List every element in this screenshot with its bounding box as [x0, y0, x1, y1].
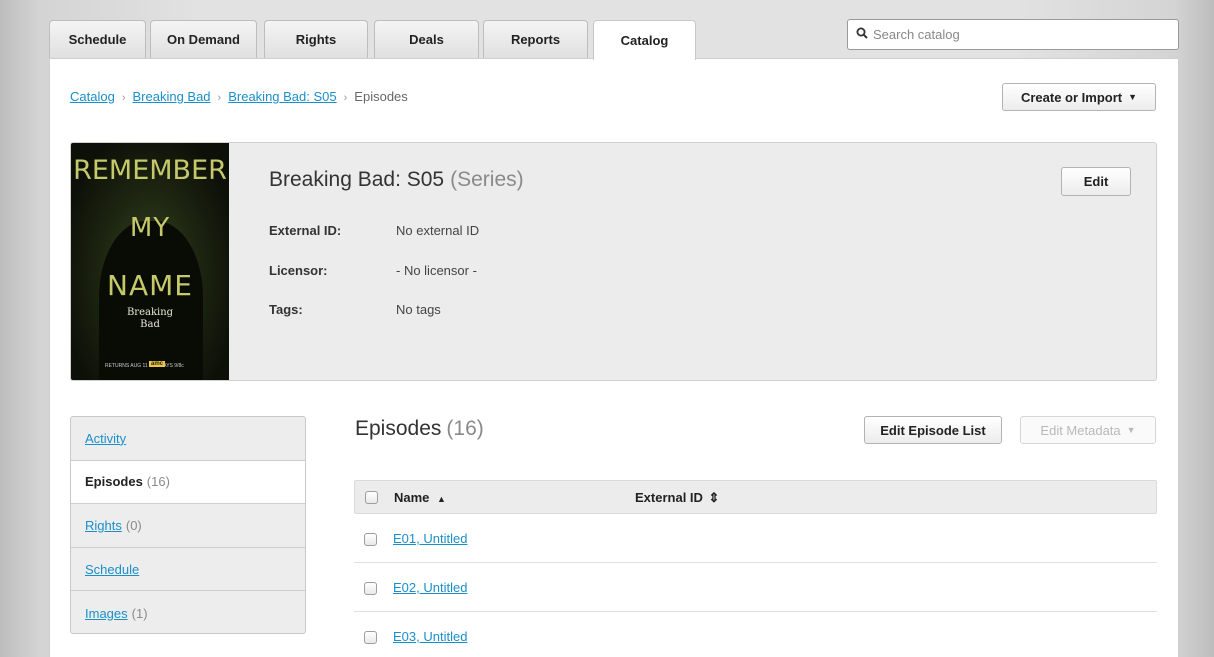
search-icon [856, 27, 868, 42]
sidenav-item-rights[interactable]: Rights (0) [71, 504, 305, 548]
sidenav-item-schedule[interactable]: Schedule [71, 548, 305, 592]
search-box[interactable] [847, 19, 1179, 50]
tab-rights[interactable]: Rights [264, 20, 368, 58]
column-header-name[interactable]: Name ▲ [394, 490, 446, 505]
tab-catalog[interactable]: Catalog [593, 20, 696, 60]
tags-label: Tags: [269, 302, 303, 317]
breadcrumb-separator: › [217, 92, 222, 104]
sidenav-episodes-count: (16) [146, 474, 170, 490]
external-id-label: External ID: [269, 223, 342, 238]
column-header-external-id[interactable]: External ID ⇕ [635, 490, 719, 506]
breadcrumb: Catalog › Breaking Bad › Breaking Bad: S05 › E… [70, 89, 408, 104]
licensor-value: - No licensor - [396, 263, 477, 278]
sidenav-schedule-link[interactable]: Schedule [85, 562, 139, 577]
search-input[interactable] [873, 27, 1178, 42]
episodes-title: Episodes [355, 417, 442, 440]
column-external-id-label: External ID [635, 490, 703, 505]
licensor-label: Licensor: [269, 263, 328, 278]
tab-deals[interactable]: Deals [374, 20, 479, 58]
tab-schedule[interactable]: Schedule [49, 20, 146, 58]
create-or-import-label: Create or Import [1020, 89, 1123, 105]
table-row: E01, Untitled [354, 514, 1157, 563]
breadcrumb-catalog[interactable]: Catalog [70, 89, 115, 104]
select-all-checkbox[interactable] [365, 491, 378, 504]
breadcrumb-breaking-bad[interactable]: Breaking Bad [132, 89, 210, 104]
episodes-count: (16) [446, 417, 484, 440]
sidenav-episodes-label: Episodes [85, 474, 143, 490]
sidenav-rights-link[interactable]: Rights [85, 518, 122, 533]
row-checkbox[interactable] [364, 533, 377, 546]
edit-metadata-label: Edit Metadata [1040, 422, 1121, 438]
episode-link[interactable]: E03, Untitled [393, 629, 467, 644]
episodes-heading: Episodes (16) [355, 417, 484, 441]
poster-text-line2: MY [129, 213, 171, 243]
table-row: E03, Untitled [354, 612, 1157, 657]
caret-down-icon: ▼ [1126, 425, 1136, 435]
sort-icon: ⇕ [708, 490, 720, 505]
tab-reports[interactable]: Reports [483, 20, 588, 58]
series-title: Breaking Bad: S05 (Series) [269, 168, 524, 192]
breadcrumb-separator: › [121, 92, 126, 104]
poster-network-logo: amc [149, 361, 166, 367]
poster-show-line1: Breaking [126, 307, 174, 318]
external-id-value: No external ID [396, 223, 480, 238]
sort-ascending-icon: ▲ [437, 494, 446, 504]
series-name: Breaking Bad: S05 [269, 168, 445, 191]
table-row: E02, Untitled [354, 563, 1157, 612]
edit-series-button[interactable]: Edit [1061, 167, 1131, 196]
tags-value: No tags [396, 302, 441, 317]
caret-down-icon: ▼ [1128, 92, 1138, 102]
poster-text-line3: NAME [107, 269, 193, 302]
sidenav-item-activity[interactable]: Activity [71, 417, 305, 461]
breadcrumb-current: Episodes [354, 89, 408, 104]
sidenav-images-count: (1) [131, 605, 148, 621]
breadcrumb-breaking-bad-s05[interactable]: Breaking Bad: S05 [228, 89, 336, 104]
edit-metadata-button[interactable]: Edit Metadata ▼ [1020, 416, 1156, 444]
poster-small-text: RETURNS AUG 11 SUNDAYS 9/8c [105, 363, 184, 369]
main-panel: Catalog › Breaking Bad › Breaking Bad: S05 › E… [49, 58, 1179, 657]
series-poster: REMEMBER MY NAME Breaking Bad RETURNS AU… [71, 143, 229, 380]
poster-text-line1: REMEMBER [73, 155, 227, 186]
create-or-import-button[interactable]: Create or Import ▼ [1002, 83, 1156, 111]
breadcrumb-separator: › [343, 92, 348, 104]
side-nav: Activity Episodes (16) Rights (0) Schedule… [70, 416, 306, 634]
row-checkbox[interactable] [364, 582, 377, 595]
tab-on-demand[interactable]: On Demand [150, 20, 257, 58]
episode-link[interactable]: E02, Untitled [393, 580, 467, 595]
edit-episode-list-button[interactable]: Edit Episode List [864, 416, 1002, 444]
series-header: REMEMBER MY NAME Breaking Bad RETURNS AU… [70, 142, 1157, 381]
poster-show-title: Breaking Bad [127, 307, 173, 331]
sidenav-rights-count: (0) [125, 517, 142, 533]
sidenav-item-images[interactable]: Images (1) [71, 591, 305, 633]
episode-link[interactable]: E01, Untitled [393, 531, 467, 546]
row-checkbox[interactable] [364, 631, 377, 644]
poster-show-line2: Bad [140, 319, 160, 330]
sidenav-activity-link[interactable]: Activity [85, 431, 126, 446]
sidenav-images-link[interactable]: Images [85, 606, 128, 621]
episodes-table-header: Name ▲ External ID ⇕ [354, 480, 1157, 514]
column-name-label: Name [394, 490, 430, 505]
sidenav-item-episodes[interactable]: Episodes (16) [71, 460, 305, 505]
series-type: (Series) [450, 168, 524, 191]
